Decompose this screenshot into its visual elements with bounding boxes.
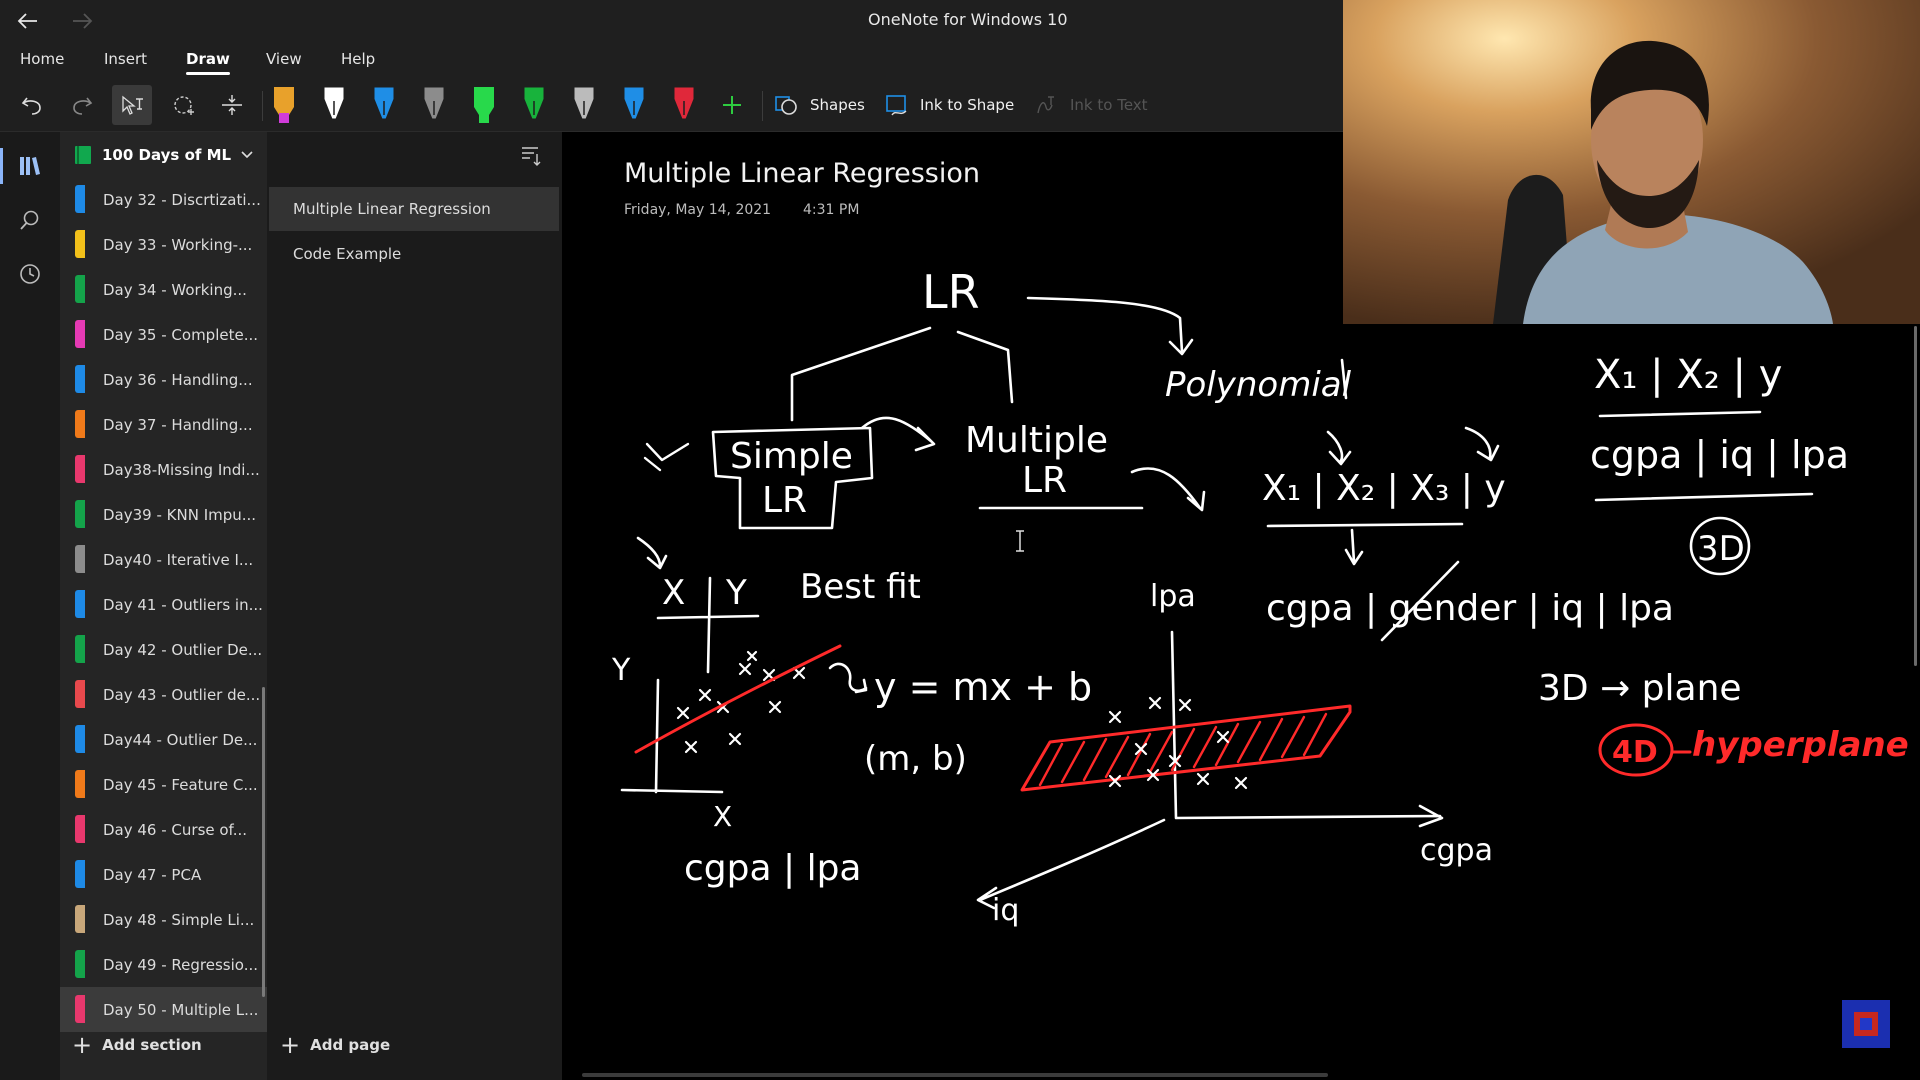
ink-small-arrow [636, 536, 668, 570]
ink-table-rule-bottom [1594, 492, 1814, 502]
ink-multiple: Multiple [965, 420, 1108, 461]
ink-hyperplane: hyperplane [1692, 725, 1909, 765]
ink-simple-lr: LR [762, 480, 807, 521]
ink-best-fit: Best fit [800, 567, 921, 607]
ink-equation: y = mx + b [874, 665, 1092, 709]
ink-multiple-lr: LR [1022, 460, 1067, 501]
ink-arrow-to-polynomial [1026, 296, 1194, 356]
ink-iq-axis-label: iq [992, 893, 1019, 928]
ink-arrow-equation [828, 662, 868, 694]
ink-small-arrow [1464, 426, 1500, 462]
ink-xy-y: Y [725, 573, 747, 613]
ink-axis-y: Y [611, 653, 631, 688]
ink-axis-x: X [713, 800, 732, 833]
ink-table-bottom: cgpa | iq | lpa [1590, 433, 1849, 478]
ink-branch-left [790, 326, 932, 422]
ink-xy-x: X [662, 573, 685, 613]
ink-3d-axes [1170, 630, 1444, 828]
ink-regression-plane [1020, 704, 1352, 792]
channel-logo-icon [1842, 1000, 1890, 1048]
ink-lpa-axis: lpa [1150, 579, 1196, 614]
canvas-horizontal-scrollbar[interactable] [582, 1073, 1328, 1077]
ink-branch-right [956, 330, 1014, 404]
ink-lr: LR [922, 265, 980, 319]
ink-params: (m, b) [864, 739, 967, 779]
ink-table-top: X₁ | X₂ | y [1594, 352, 1782, 398]
presenter-video-image [1343, 0, 1920, 324]
ink-cgpa-axis: cgpa [1420, 833, 1493, 868]
ink-feature-header: X₁ | X₂ | X₃ | y [1262, 468, 1506, 509]
ink-arrow-simple-to-multiple [860, 416, 936, 452]
ink-header-underline [1266, 522, 1464, 566]
text-cursor-icon [1016, 530, 1024, 552]
ink-table-rule [1598, 410, 1762, 418]
webcam-overlay [1343, 0, 1920, 324]
ink-3d: 3D [1697, 529, 1745, 569]
ink-3d-points [1108, 696, 1248, 790]
ink-simple: Simple [730, 436, 853, 477]
ink-cgpa-lpa: cgpa | lpa [684, 848, 862, 889]
canvas-vertical-scrollbar[interactable] [1914, 326, 1917, 666]
ink-small-arrow [1326, 430, 1352, 466]
ink-check [643, 442, 690, 472]
ink-polynomial: Polynomial [1165, 365, 1352, 405]
ink-arrow-to-table [1130, 467, 1206, 512]
ink-4d: 4D [1612, 735, 1658, 770]
ink-scatter-points [676, 650, 806, 754]
ink-feature-row: cgpa | gender | iq | lpa [1266, 588, 1674, 629]
ink-plane-rule: 3D → plane [1538, 668, 1742, 709]
